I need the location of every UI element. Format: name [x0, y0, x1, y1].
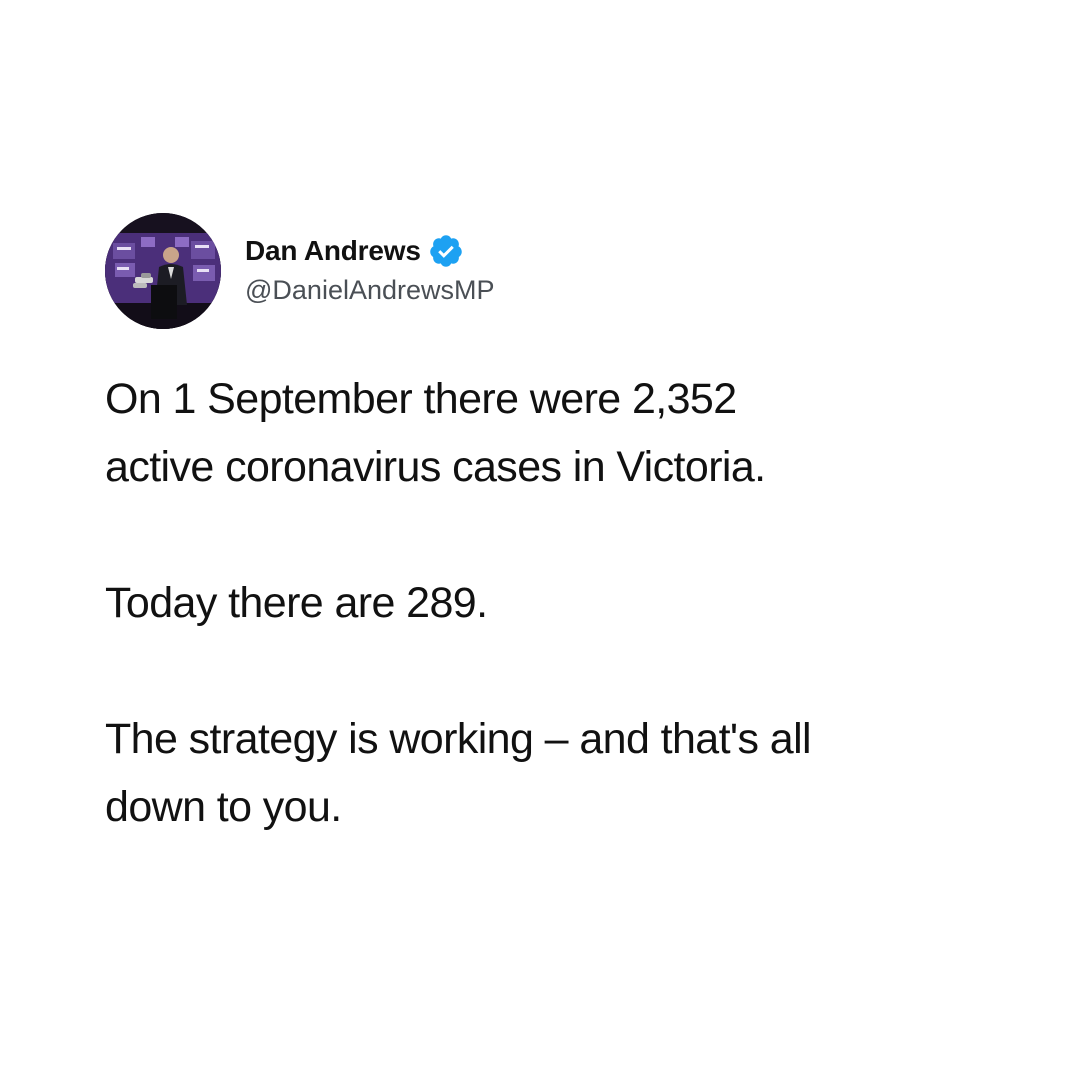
- tweet-paragraph-1: On 1 September there were 2,352 active c…: [105, 365, 1005, 501]
- tweet-line: down to you.: [105, 783, 342, 831]
- tweet-line: Today there are 289.: [105, 579, 488, 627]
- author-identity: Dan Andrews @DanielAndrewsMP: [245, 231, 495, 306]
- tweet-card: Dan Andrews @DanielAndrewsMP On 1 Septem…: [105, 213, 1005, 841]
- display-name[interactable]: Dan Andrews: [245, 235, 421, 267]
- tweet-line: On 1 September there were 2,352: [105, 375, 737, 423]
- tweet-paragraph-3: The strategy is working – and that's all…: [105, 705, 1005, 841]
- verified-badge-icon: [428, 233, 464, 269]
- tweet-header: Dan Andrews @DanielAndrewsMP: [105, 213, 1005, 329]
- tweet-line: active coronavirus cases in Victoria.: [105, 443, 766, 491]
- tweet-line: The strategy is working – and that's all: [105, 715, 812, 763]
- avatar-photo: [105, 213, 221, 329]
- name-row: Dan Andrews: [245, 231, 495, 271]
- tweet-body: On 1 September there were 2,352 active c…: [105, 365, 1005, 841]
- avatar[interactable]: [105, 213, 221, 329]
- tweet-paragraph-2: Today there are 289.: [105, 569, 1005, 637]
- author-handle[interactable]: @DanielAndrewsMP: [245, 275, 495, 306]
